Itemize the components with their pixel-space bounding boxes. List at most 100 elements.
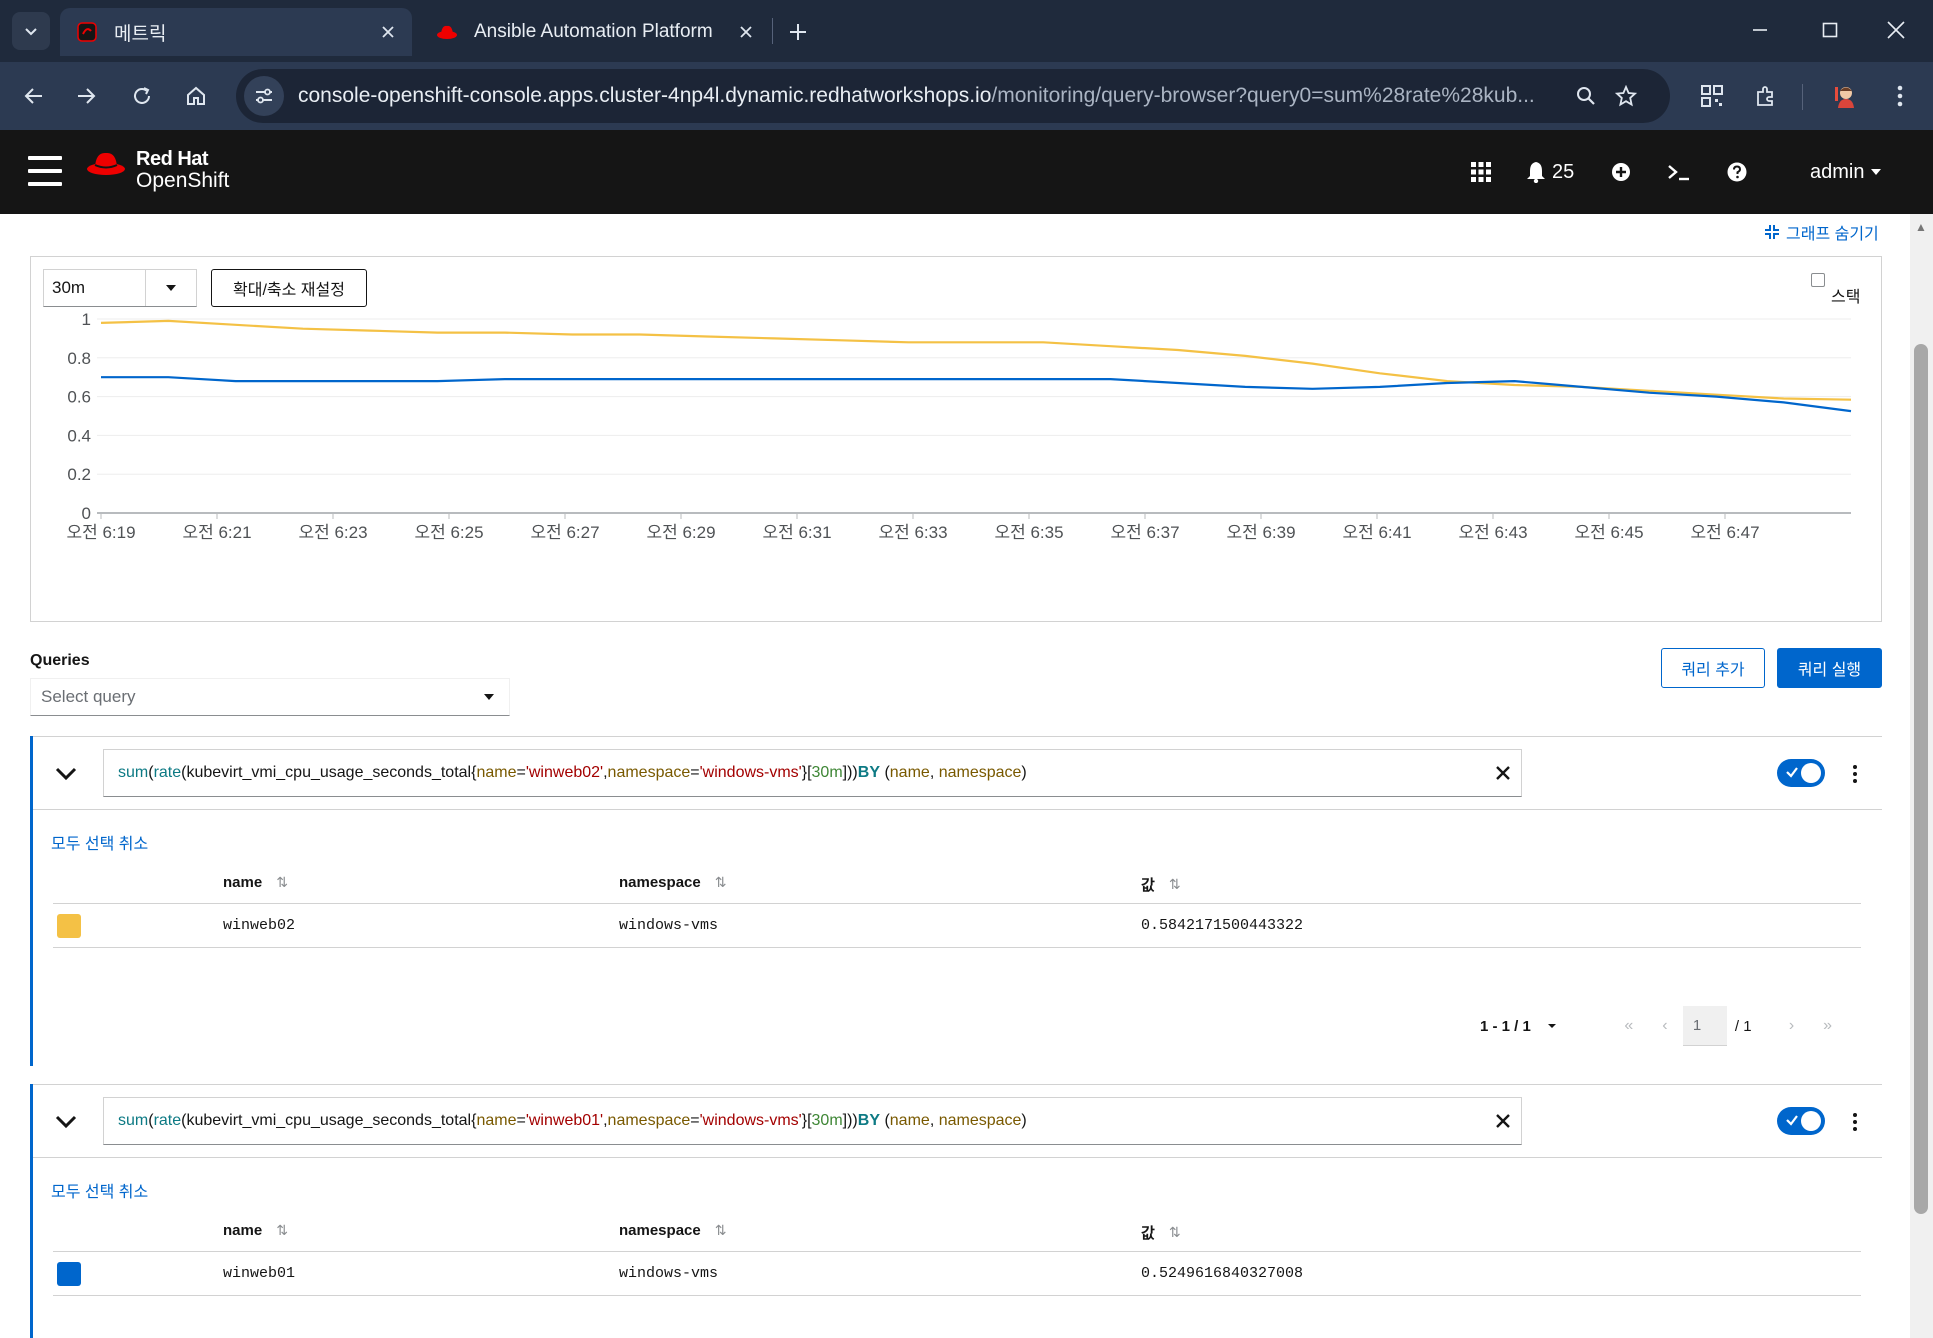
- sort-icon: ⇅: [276, 1222, 288, 1238]
- cell-name: winweb01: [223, 1265, 296, 1282]
- brand-line1: Red Hat: [136, 148, 209, 170]
- redhat-openshift-logo[interactable]: Red Hat OpenShift: [86, 148, 229, 192]
- table-header: name ⇅ namespace ⇅ 값 ⇅: [53, 862, 1861, 904]
- close-tab-icon[interactable]: [374, 18, 402, 46]
- page-scrollbar[interactable]: ▲: [1910, 214, 1933, 1338]
- column-label: namespace: [619, 1222, 701, 1239]
- web-terminal-icon[interactable]: [1666, 154, 1692, 190]
- y-tick-label: 0.8: [67, 349, 91, 368]
- page-number-input[interactable]: 1: [1682, 1006, 1727, 1046]
- column-label: namespace: [619, 874, 701, 891]
- zoom-search-icon[interactable]: [1566, 76, 1606, 116]
- minimize-window-icon[interactable]: [1730, 10, 1790, 50]
- table-header: name ⇅ namespace ⇅ 값 ⇅: [53, 1210, 1861, 1252]
- column-header-namespace[interactable]: namespace ⇅: [619, 1222, 726, 1239]
- query-kebab-menu-icon[interactable]: [1843, 1107, 1867, 1137]
- expr-token: sum: [118, 1112, 149, 1129]
- next-page-icon[interactable]: ›: [1774, 1008, 1810, 1044]
- hide-graph-button[interactable]: 그래프 숨기기: [1764, 220, 1879, 244]
- profile-avatar-icon[interactable]: [1826, 76, 1866, 116]
- expr-token: winweb01: [528, 1112, 601, 1129]
- column-header-value[interactable]: 값 ⇅: [1141, 1222, 1181, 1243]
- browser-tab-bar: 메트릭 Ansible Automation Platform: [0, 0, 1933, 62]
- add-query-button[interactable]: 쿼리 추가: [1661, 648, 1765, 688]
- expr-token: 30m: [811, 1112, 843, 1129]
- url-text: console-openshift-console.apps.cluster-4…: [298, 84, 1566, 108]
- expr-token: 30m: [811, 764, 843, 781]
- collapse-query-chevron-icon[interactable]: [51, 1107, 81, 1137]
- x-tick-label: 오전 6:21: [182, 523, 251, 542]
- series-color-swatch[interactable]: [57, 1262, 81, 1286]
- tab-title: Ansible Automation Platform: [474, 21, 713, 42]
- tab-metrics[interactable]: 메트릭: [60, 8, 412, 56]
- extensions-puzzle-icon[interactable]: [1746, 76, 1786, 116]
- metrics-line-chart[interactable]: 0 0.2 0.4 0.6 0.8 1 오전 6:19 오전 6:21 오전 6:23 오전 6:…: [31, 257, 1881, 621]
- reload-icon[interactable]: [122, 76, 162, 116]
- expr-token: kubevirt_vmi_cpu_usage_seconds_total: [186, 1112, 472, 1129]
- query-expression-input[interactable]: sum(rate(kubevirt_vmi_cpu_usage_seconds_…: [103, 749, 1522, 797]
- column-label: 값: [1141, 1225, 1155, 1242]
- bookmark-star-icon[interactable]: [1606, 76, 1646, 116]
- query-kebab-menu-icon[interactable]: [1843, 759, 1867, 789]
- quick-create-plus-icon[interactable]: [1610, 154, 1632, 190]
- redhat-favicon-icon: [436, 21, 458, 43]
- forward-arrow-icon[interactable]: [66, 76, 106, 116]
- address-bar[interactable]: console-openshift-console.apps.cluster-4…: [236, 69, 1670, 123]
- query-panel-1: sum(rate(kubevirt_vmi_cpu_usage_seconds_…: [30, 736, 1882, 1066]
- last-page-icon[interactable]: »: [1810, 1008, 1846, 1044]
- column-header-value[interactable]: 값 ⇅: [1141, 874, 1181, 895]
- expr-token: rate: [153, 764, 182, 781]
- close-tab-icon[interactable]: [732, 18, 760, 46]
- app-launcher-grid-icon[interactable]: [1470, 154, 1492, 190]
- column-header-name[interactable]: name ⇅: [223, 874, 288, 891]
- expr-token: namespace: [938, 1112, 1022, 1129]
- query-expression-input[interactable]: sum(rate(kubevirt_vmi_cpu_usage_seconds_…: [103, 1097, 1522, 1145]
- unselect-all-link[interactable]: 모두 선택 취소: [51, 1178, 148, 1202]
- qr-code-icon[interactable]: [1692, 76, 1732, 116]
- expr-token: namespace: [607, 764, 691, 781]
- tab-search-button[interactable]: [12, 12, 50, 50]
- query-enable-switch[interactable]: [1777, 1107, 1825, 1135]
- column-header-name[interactable]: name ⇅: [223, 1222, 288, 1239]
- pagination-count-dropdown[interactable]: 1 - 1 / 1: [1480, 1018, 1557, 1035]
- column-header-namespace[interactable]: namespace ⇅: [619, 874, 726, 891]
- tab-ansible[interactable]: Ansible Automation Platform: [420, 8, 770, 56]
- x-tick-label: 오전 6:47: [1690, 523, 1759, 542]
- sort-icon: ⇅: [714, 874, 727, 890]
- previous-page-icon[interactable]: ‹: [1647, 1008, 1683, 1044]
- home-icon[interactable]: [176, 76, 216, 116]
- close-window-icon[interactable]: [1866, 10, 1926, 50]
- clear-query-icon[interactable]: [1488, 1097, 1518, 1145]
- collapse-query-chevron-icon[interactable]: [51, 759, 81, 789]
- run-queries-button[interactable]: 쿼리 실행: [1777, 648, 1882, 688]
- browser-menu-icon[interactable]: [1880, 76, 1920, 116]
- back-arrow-icon[interactable]: [14, 76, 54, 116]
- openshift-favicon-icon: [76, 21, 98, 43]
- nav-toggle-hamburger-icon[interactable]: [28, 156, 62, 186]
- scrollbar-thumb[interactable]: [1914, 344, 1928, 1214]
- sort-icon: ⇅: [276, 874, 288, 890]
- first-page-icon[interactable]: «: [1611, 1008, 1647, 1044]
- x-tick-label: 오전 6:43: [1458, 523, 1527, 542]
- x-tick-label: 오전 6:37: [1110, 523, 1179, 542]
- unselect-all-link[interactable]: 모두 선택 취소: [51, 830, 148, 854]
- caret-down-icon: [1547, 1024, 1556, 1028]
- expr-token: namespace: [607, 1112, 691, 1129]
- table-row: winweb01 windows-vms 0.5249616840327008: [53, 1252, 1861, 1296]
- maximize-window-icon[interactable]: [1800, 10, 1860, 50]
- expr-token: name: [889, 764, 930, 781]
- chevron-down-icon: [25, 28, 37, 36]
- x-tick-label: 오전 6:39: [1226, 523, 1295, 542]
- new-tab-plus-icon[interactable]: [780, 14, 816, 50]
- caret-down-icon: [484, 694, 494, 700]
- query-enable-switch[interactable]: [1777, 759, 1825, 787]
- clear-query-icon[interactable]: [1488, 749, 1518, 797]
- user-menu-dropdown[interactable]: admin: [1810, 154, 1882, 190]
- series-color-swatch[interactable]: [57, 914, 81, 938]
- notifications-count: 25: [1552, 160, 1575, 183]
- notifications-button[interactable]: 25: [1526, 154, 1574, 190]
- help-question-icon[interactable]: [1726, 154, 1748, 190]
- scroll-up-arrow-icon[interactable]: ▲: [1915, 220, 1927, 234]
- site-info-icon[interactable]: [244, 76, 284, 116]
- select-query-dropdown[interactable]: Select query: [30, 678, 510, 716]
